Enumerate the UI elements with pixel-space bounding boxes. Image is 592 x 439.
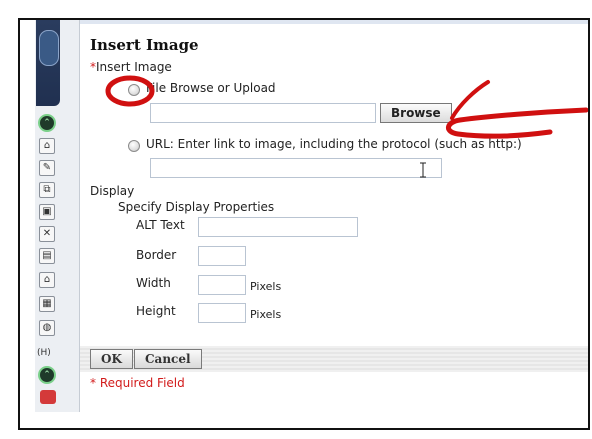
annotation-overlay bbox=[105, 75, 588, 139]
browse-highlight-arrow bbox=[446, 107, 588, 139]
screenshot-frame: ⌃ ⌂ ✎ ⧉ ▣ ✕ ▤ ⌂ ▦ ◍ (H) ⌃ Insert Image *… bbox=[18, 18, 590, 430]
radio-highlight-circle bbox=[105, 75, 155, 107]
browse-highlight-stroke bbox=[450, 80, 490, 120]
